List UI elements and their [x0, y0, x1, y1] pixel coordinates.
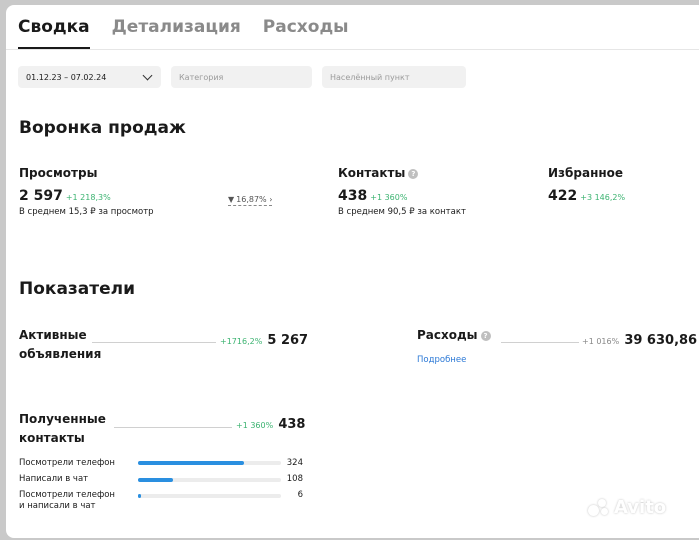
breakdown-bar: [138, 494, 141, 498]
avito-logo-icon: [588, 498, 610, 517]
expenses-label: Расходы: [417, 328, 478, 342]
breakdown-label-line2: и написали в чат: [19, 501, 96, 511]
received-contacts-label-line1: Полученные: [19, 412, 106, 426]
active-ads-label: Активные объявления: [19, 326, 101, 364]
breakdown-bar: [138, 461, 244, 465]
filters-row: 01.12.23 – 07.02.24 Категория Населённый…: [18, 66, 466, 88]
received-contacts-metric: +1 360% 438: [236, 413, 305, 432]
contacts-change: +1 360%: [370, 193, 408, 202]
contacts-label: Контакты: [338, 166, 406, 180]
favorites-metric: 422 +3 146,2%: [548, 185, 625, 204]
avito-watermark: Avito: [588, 497, 666, 518]
tab-bar: Сводка Детализация Расходы: [18, 17, 349, 51]
conversion-link[interactable]: ▼ 16,87% ›: [228, 187, 273, 206]
active-ads-label-line1: Активные: [19, 328, 87, 342]
received-contacts-change: +1 360%: [236, 421, 274, 430]
expenses-metric: +1 016% 39 630,86 ₽: [582, 329, 699, 348]
breakdown-value: 108: [286, 474, 303, 484]
received-contacts-label: Полученные контакты: [19, 410, 106, 448]
views-average: В среднем 15,3 ₽ за просмотр: [19, 207, 154, 217]
received-contacts-label-line2: контакты: [19, 431, 85, 445]
breakdown-value: 324: [286, 458, 303, 468]
views-value: 2 597: [19, 188, 63, 204]
breakdown-label: Посмотрели телефон и написали в чат: [19, 490, 115, 512]
city-input[interactable]: Населённый пункт: [322, 66, 466, 88]
active-ads-metric: +1716,2% 5 267: [220, 329, 308, 348]
favorites-value: 422: [548, 188, 578, 204]
breakdown-value: 6: [297, 490, 303, 500]
views-change: +1 218,3%: [65, 193, 111, 202]
breakdown-label-line1: Посмотрели телефон: [19, 490, 115, 500]
funnel-title: Воронка продаж: [19, 118, 186, 138]
analytics-panel: Сводка Детализация Расходы 01.12.23 – 07…: [6, 5, 699, 538]
contacts-average: В среднем 90,5 ₽ за контакт: [338, 207, 466, 217]
date-range-value: 01.12.23 – 07.02.24: [26, 72, 107, 82]
category-input[interactable]: Категория: [171, 66, 312, 88]
breakdown-label: Написали в чат: [19, 474, 89, 484]
dotted-leader: [114, 427, 232, 428]
funnel-icon: ▼: [228, 195, 235, 204]
contacts-metric: 438 +1 360%: [338, 185, 407, 204]
info-icon[interactable]: ?: [480, 331, 491, 341]
views-label: Просмотры: [19, 166, 98, 180]
tab-details[interactable]: Детализация: [112, 17, 241, 47]
dotted-leader: [501, 342, 579, 343]
tab-expenses[interactable]: Расходы: [263, 17, 349, 47]
expenses-details-link[interactable]: Подробнее: [417, 355, 466, 365]
dotted-leader: [92, 342, 216, 343]
contacts-value: 438: [338, 188, 368, 204]
watermark-text: Avito: [614, 497, 667, 518]
expenses-change: +1 016%: [582, 337, 620, 346]
conversion-rate: 16,87% ›: [236, 195, 273, 204]
chevron-down-icon: [142, 70, 153, 81]
breakdown-label: Посмотрели телефон: [19, 458, 115, 468]
breakdown-track: [138, 478, 281, 482]
contacts-label-wrap: Контакты?: [338, 166, 419, 180]
expenses-label-wrap: Расходы?: [417, 326, 491, 345]
info-icon[interactable]: ?: [408, 169, 419, 179]
active-ads-label-line2: объявления: [19, 347, 102, 361]
views-metric: 2 597 +1 218,3%: [19, 185, 111, 204]
tab-summary[interactable]: Сводка: [18, 17, 90, 49]
breakdown-track: [138, 494, 281, 498]
active-ads-value: 5 267: [267, 333, 309, 348]
breakdown-track: [138, 461, 281, 465]
breakdown-bar: [138, 478, 174, 482]
indicators-title: Показатели: [19, 279, 136, 299]
date-range-select[interactable]: 01.12.23 – 07.02.24: [18, 66, 161, 88]
active-ads-change: +1716,2%: [220, 337, 263, 346]
favorites-label: Избранное: [548, 166, 624, 180]
favorites-change: +3 146,2%: [580, 193, 626, 202]
tabs-divider: [6, 49, 699, 50]
expenses-value: 39 630,86 ₽: [624, 333, 699, 348]
received-contacts-value: 438: [278, 417, 306, 432]
